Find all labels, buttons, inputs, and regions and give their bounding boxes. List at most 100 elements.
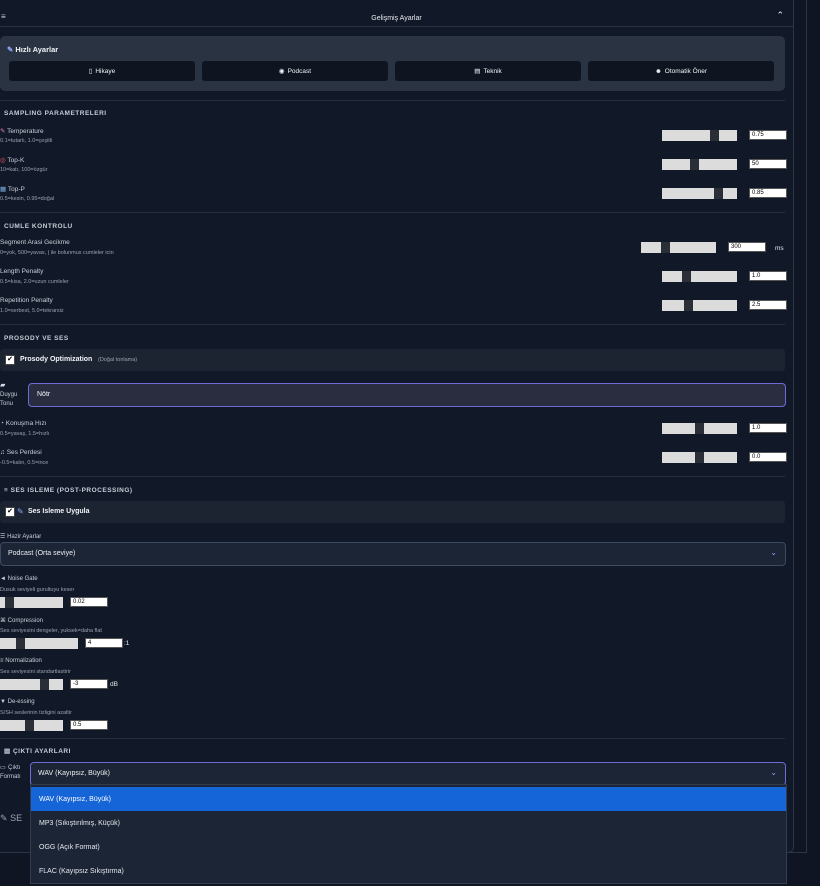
page-icon: ▯ xyxy=(88,68,93,75)
prosody-optimization-row[interactable]: ✔ Prosody Optimization (Doğal tonlama) xyxy=(0,349,785,371)
chevron-up-icon[interactable]: ⌃ xyxy=(776,10,784,21)
prosody-checkbox[interactable]: ✔ xyxy=(5,355,15,365)
ses-isleme-label: Ses Isleme Uygula xyxy=(28,508,90,515)
repetition-penalty-input[interactable]: 2.5 xyxy=(749,300,787,310)
output-format-select[interactable]: WAV (Kayıpsız, Büyük) ⌄ xyxy=(30,762,786,786)
slider-thumb[interactable] xyxy=(40,679,49,690)
topk-input[interactable]: 50 xyxy=(749,159,787,169)
robot-icon: ☻ xyxy=(654,67,662,75)
speech-rate-slider[interactable] xyxy=(662,423,737,434)
topk-desc: 10=katı, 100=özgür xyxy=(0,167,48,173)
output-format-dropdown[interactable]: WAV (Kayıpsız, Büyük) MP3 (Sıkıştırılmış… xyxy=(30,784,787,884)
topp-slider[interactable] xyxy=(662,188,737,199)
noise-gate-slider[interactable] xyxy=(0,597,63,608)
advanced-settings-panel: ≡ Gelişmiş Ayarlar ⌃ ✎ Hızlı Ayarlar ▯ Hi… xyxy=(0,0,794,853)
repetition-penalty-slider[interactable] xyxy=(662,300,737,311)
emotion-label-line1: Duygu xyxy=(0,392,18,398)
preset-value: Podcast (Orta seviye) xyxy=(8,550,76,557)
pencil-icon: ✎ xyxy=(0,813,8,823)
deessing-desc: S/SH seslerinin tizligini azaltir xyxy=(0,710,72,716)
preset-story-button[interactable]: ▯ Hikaye xyxy=(9,61,195,81)
pitch-desc: -0.5=kalın, 0.5=ince xyxy=(0,460,49,466)
compression-input[interactable]: 4 xyxy=(85,638,123,648)
dropdown-option[interactable]: WAV (Kayıpsız, Büyük) xyxy=(31,787,786,811)
accordion-header[interactable]: ≡ Gelişmiş Ayarlar ⌃ xyxy=(0,4,793,27)
ses-isleme-checkbox[interactable]: ✔ xyxy=(5,507,15,517)
slider-thumb[interactable] xyxy=(695,423,704,434)
unit-db: dB xyxy=(110,681,118,688)
list-icon: ☰ xyxy=(0,534,6,540)
slider-thumb[interactable] xyxy=(5,597,14,608)
topk-slider[interactable] xyxy=(662,159,737,170)
slider-thumb[interactable] xyxy=(16,638,25,649)
deessing-slider[interactable] xyxy=(0,720,63,731)
slider-thumb[interactable] xyxy=(710,130,719,141)
topp-label: ▦ Top-P xyxy=(0,186,25,193)
music-icon: ♫ xyxy=(0,449,5,456)
divider xyxy=(0,738,785,739)
slider-thumb[interactable] xyxy=(684,300,693,311)
dropdown-option[interactable]: FLAC (Kayıpsız Sıkıştırma) xyxy=(31,859,786,883)
mic-icon: ◉ xyxy=(278,68,285,75)
normalization-desc: Ses seviyesini standartlastirir xyxy=(0,669,71,675)
preset-label: ☰ Hazir Ayarlar xyxy=(0,534,42,540)
speech-rate-input[interactable]: 1.0 xyxy=(749,423,787,433)
segment-delay-input[interactable]: 300 xyxy=(728,242,766,252)
slider-thumb[interactable] xyxy=(25,720,34,731)
topp-desc: 0.5=kesin, 0.95=doğal xyxy=(0,196,55,202)
pitch-label: ♫ Ses Perdesi xyxy=(0,449,42,456)
temperature-input[interactable]: 0.75 xyxy=(749,130,787,140)
temperature-desc: 0.1=tutarlı, 1.0=çeşitli xyxy=(0,138,53,144)
preset-technical-button[interactable]: ▤ Teknik xyxy=(395,61,581,81)
slider-thumb[interactable] xyxy=(682,271,691,282)
compression-slider[interactable] xyxy=(0,638,78,649)
pitch-slider[interactable] xyxy=(662,452,737,463)
noise-gate-desc: Dusuk seviyeli gurultuyu keser xyxy=(0,587,75,593)
segment-delay-label: Segment Arasi Gecikme xyxy=(0,239,70,246)
slider-thumb[interactable] xyxy=(695,452,704,463)
compression-desc: Ses seviyesini dengeler, yuksek=daha fla… xyxy=(0,628,102,634)
speech-rate-desc: 0.5=yavaş, 1.5=hızlı xyxy=(0,431,50,437)
file-icon: ▭ xyxy=(0,765,6,771)
slider-thumb[interactable] xyxy=(661,242,670,253)
slider-thumb[interactable] xyxy=(690,159,699,170)
next-section-header[interactable]: ✎ SE xyxy=(0,813,22,824)
slider-thumb[interactable] xyxy=(714,188,723,199)
normalization-label: ≡ Normalization xyxy=(0,658,42,664)
length-penalty-slider[interactable] xyxy=(662,271,737,282)
deessing-input[interactable]: 0.5 xyxy=(70,720,108,730)
section-title-sampling: SAMPLING PARAMETRELERI xyxy=(4,110,107,117)
section-title-cikti: ▤ ÇIKTI AYARLARI xyxy=(4,748,71,755)
emotion-input[interactable]: Nötr xyxy=(28,383,786,407)
length-penalty-input[interactable]: 1.0 xyxy=(749,271,787,281)
section-title-prosody: PROSODY VE SES xyxy=(4,335,69,342)
target-icon: ◎ xyxy=(0,157,6,164)
quick-settings-card: ✎ Hızlı Ayarlar ▯ Hikaye ◉ Podcast ▤ Teknik… xyxy=(0,36,785,91)
emotion-value: Nötr xyxy=(37,391,51,398)
topk-label: ◎ Top-K xyxy=(0,157,25,164)
normalization-input[interactable]: -3 xyxy=(70,679,108,689)
pitch-input[interactable]: 0.0 xyxy=(749,452,787,462)
preset-podcast-button[interactable]: ◉ Podcast xyxy=(202,61,388,81)
outer-border xyxy=(806,0,807,852)
ses-isleme-row[interactable]: ✔ ✎ Ses Isleme Uygula xyxy=(0,501,785,523)
length-penalty-desc: 0.5=kisa, 2.0=uzun cumleler xyxy=(0,279,69,285)
preset-select[interactable]: Podcast (Orta seviye) ⌄ xyxy=(0,542,786,566)
dropdown-option[interactable]: OGG (Açık Format) xyxy=(31,835,786,859)
section-title-cumle: CUMLE KONTROLU xyxy=(4,223,73,230)
topp-input[interactable]: 0.85 xyxy=(749,188,787,198)
dropdown-option[interactable]: MP3 (Sıkıştırılmış, Küçük) xyxy=(31,811,786,835)
output-format-value: WAV (Kayıpsız, Büyük) xyxy=(38,770,110,777)
repetition-penalty-desc: 1.0=serbest, 5.0=tekrarsiz xyxy=(0,308,64,314)
emotion-label-line2: Tonu xyxy=(0,401,14,407)
segment-delay-slider[interactable] xyxy=(641,242,716,253)
noise-gate-input[interactable]: 0.02 xyxy=(70,597,108,607)
unit-ms: ms xyxy=(775,245,784,252)
accordion-title: Gelişmiş Ayarlar xyxy=(371,15,422,22)
divider xyxy=(0,476,785,477)
deessing-label: ▼ De-essing xyxy=(0,699,35,705)
normalization-slider[interactable] xyxy=(0,679,63,690)
preset-auto-button[interactable]: ☻ Otomatik Öner xyxy=(588,61,774,81)
temperature-slider[interactable] xyxy=(662,130,737,141)
compression-label: ⌘ Compression xyxy=(0,618,44,624)
